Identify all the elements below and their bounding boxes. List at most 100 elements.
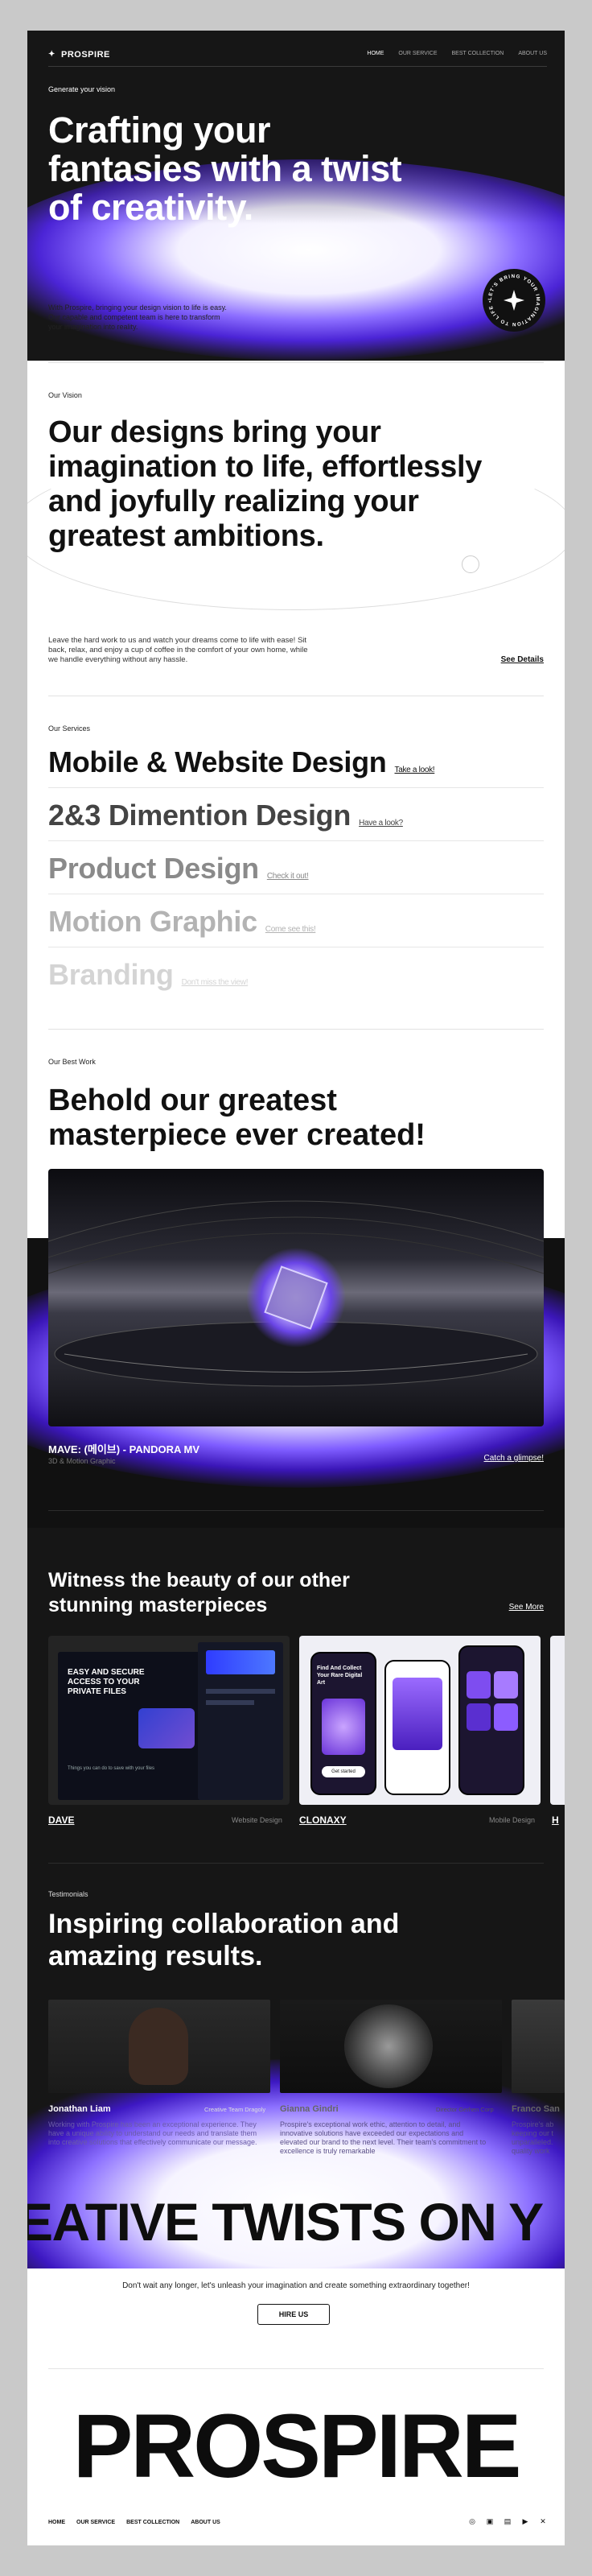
dave-screen: EASY AND SECURE ACCESS TO YOUR PRIVATE F… xyxy=(58,1652,211,1800)
testimonial-role: Creative Team Dragoly xyxy=(204,2106,266,2113)
testimonial-name: Gianna Gindri xyxy=(280,2104,339,2114)
phone-2 xyxy=(384,1660,450,1795)
testimonial-name: Jonathan Liam xyxy=(48,2104,111,2114)
footer-nav-about-us[interactable]: ABOUT US xyxy=(191,2520,220,2525)
vision-label: Our Vision xyxy=(48,391,82,399)
section-divider xyxy=(48,1029,544,1030)
service-2d-3d[interactable]: 2&3 Dimention Design Have a look? xyxy=(48,799,403,832)
marquee-text: EATIVE TWISTS ON Y xyxy=(27,2192,544,2252)
hero-title: Crafting your fantasies with a twist of … xyxy=(48,109,402,228)
featured-category: 3D & Motion Graphic xyxy=(48,1457,116,1465)
service-link[interactable]: Take a look! xyxy=(395,766,435,774)
service-title: Branding xyxy=(48,958,174,991)
service-link[interactable]: Check it out! xyxy=(267,872,309,881)
testimonials-title: Inspiring collaboration and amazing resu… xyxy=(48,1909,400,1971)
clonaxy-sub: Get started xyxy=(322,1766,365,1777)
service-mobile-web[interactable]: Mobile & Website Design Take a look! xyxy=(48,745,435,779)
youtube-icon[interactable]: ▶ xyxy=(521,2517,529,2525)
project-category: Website Design xyxy=(232,1816,282,1824)
project-card-clonaxy[interactable]: Find And Collect Your Rare Digital Art G… xyxy=(299,1636,541,1805)
sparkle-icon: ✦ xyxy=(48,50,56,59)
hero-description: With Prospire, bringing your design visi… xyxy=(48,303,227,331)
social-links: ◎ ▣ ▤ ▶ ✕ xyxy=(468,2517,547,2525)
section-divider xyxy=(48,1510,544,1511)
footer-divider xyxy=(48,2368,544,2369)
witness-title: Witness the beauty of our other stunning… xyxy=(48,1569,350,1616)
nav-best-collection[interactable]: BEST COLLECTION xyxy=(452,51,504,56)
testimonial-photo xyxy=(512,2000,565,2093)
dave-line xyxy=(206,1700,254,1705)
dave-line xyxy=(206,1689,275,1694)
top-nav: HOME OUR SERVICE BEST COLLECTION ABOUT U… xyxy=(367,51,547,56)
phone-tile xyxy=(467,1703,491,1731)
dave-illustration xyxy=(138,1708,195,1748)
nav-home[interactable]: HOME xyxy=(367,51,384,56)
hire-us-button[interactable]: HIRE US xyxy=(257,2304,330,2325)
instagram-icon[interactable]: ◎ xyxy=(468,2517,476,2525)
best-work-title: Behold our greatest masterpiece ever cre… xyxy=(48,1084,426,1152)
service-branding[interactable]: Branding Don't miss the view! xyxy=(48,958,249,992)
hero-badge[interactable]: LET'S BRING YOUR IMAGINATION TO LIFE • L… xyxy=(483,269,545,332)
logo-text: PROSPIRE xyxy=(61,50,110,60)
decorative-circle xyxy=(462,555,479,573)
nav-our-service[interactable]: OUR SERVICE xyxy=(398,51,437,56)
testimonial-role: Director Gerhen Corp xyxy=(436,2106,494,2113)
footer-nav-home[interactable]: HOME xyxy=(48,2520,65,2525)
nav-about-us[interactable]: ABOUT US xyxy=(518,51,547,56)
sparkle-icon xyxy=(504,290,524,311)
project-name-partial[interactable]: H xyxy=(552,1814,559,1826)
see-more-link[interactable]: See More xyxy=(509,1603,544,1612)
phone-tile xyxy=(494,1703,518,1731)
testimonial-photo xyxy=(280,2000,502,2093)
dave-banner xyxy=(206,1650,275,1674)
badge-ring: LET'S BRING YOUR IMAGINATION TO LIFE • L… xyxy=(483,269,540,327)
testimonials-label: Testimonials xyxy=(48,1890,88,1898)
service-product[interactable]: Product Design Check it out! xyxy=(48,852,309,886)
linkedin-icon[interactable]: ▤ xyxy=(504,2517,512,2525)
service-link[interactable]: Don't miss the view! xyxy=(182,978,249,987)
featured-scene xyxy=(48,1200,544,1387)
dave-sub: Things you can do to save with your file… xyxy=(68,1766,155,1771)
service-link[interactable]: Come see this! xyxy=(265,925,316,934)
footer-nav-best-collection[interactable]: BEST COLLECTION xyxy=(126,2520,179,2525)
facebook-icon[interactable]: ▣ xyxy=(486,2517,494,2525)
phone-tile xyxy=(494,1671,518,1699)
service-motion[interactable]: Motion Graphic Come see this! xyxy=(48,905,316,939)
footer-nav: HOME OUR SERVICE BEST COLLECTION ABOUT U… xyxy=(48,2520,220,2525)
vision-description: Leave the hard work to us and watch your… xyxy=(48,636,308,664)
featured-title: MAVE: (메이브) - PANDORA MV xyxy=(48,1443,200,1455)
see-details-link[interactable]: See Details xyxy=(501,655,544,664)
phone-art xyxy=(393,1678,442,1750)
testimonial-quote: Prospire's exceptional work ethic, atten… xyxy=(280,2120,487,2155)
service-divider xyxy=(48,840,544,841)
phone-3 xyxy=(458,1645,524,1795)
clonaxy-headline: Find And Collect Your Rare Digital Art xyxy=(317,1666,363,1686)
portrait-silhouette xyxy=(344,2004,433,2088)
catch-glimpse-link[interactable]: Catch a glimpse! xyxy=(484,1454,544,1463)
phone-tile xyxy=(467,1671,491,1699)
project-card-partial[interactable] xyxy=(550,1636,565,1805)
project-category: Mobile Design xyxy=(489,1816,536,1824)
logo[interactable]: ✦ PROSPIRE xyxy=(48,50,110,60)
testimonial-quote: Prospire's ab keeping our t unparalleled… xyxy=(512,2120,554,2155)
featured-image[interactable] xyxy=(48,1169,544,1426)
project-card-dave[interactable]: EASY AND SECURE ACCESS TO YOUR PRIVATE F… xyxy=(48,1636,290,1805)
testimonial-quote: Working with Prospire has been an except… xyxy=(48,2120,257,2146)
dave-screen-secondary xyxy=(198,1642,283,1800)
dave-headline: EASY AND SECURE ACCESS TO YOUR PRIVATE F… xyxy=(68,1668,145,1696)
twitter-icon[interactable]: ✕ xyxy=(539,2517,547,2525)
footer-nav-our-service[interactable]: OUR SERVICE xyxy=(76,2520,115,2525)
footer-brand: PROSPIRE xyxy=(72,2396,522,2496)
phone-art xyxy=(322,1699,365,1755)
section-divider xyxy=(48,1863,544,1864)
service-title: Motion Graphic xyxy=(48,905,257,938)
project-name[interactable]: CLONAXY xyxy=(299,1814,347,1826)
cta-text: Don't wait any longer, let's unleash you… xyxy=(122,2281,470,2290)
service-title: Mobile & Website Design xyxy=(48,745,387,778)
service-title: 2&3 Dimention Design xyxy=(48,799,352,832)
portrait-silhouette xyxy=(129,2008,188,2085)
page: ✦ PROSPIRE HOME OUR SERVICE BEST COLLECT… xyxy=(27,31,565,2545)
service-title: Product Design xyxy=(48,852,259,885)
project-name[interactable]: DAVE xyxy=(48,1814,74,1826)
service-link[interactable]: Have a look? xyxy=(359,819,403,828)
